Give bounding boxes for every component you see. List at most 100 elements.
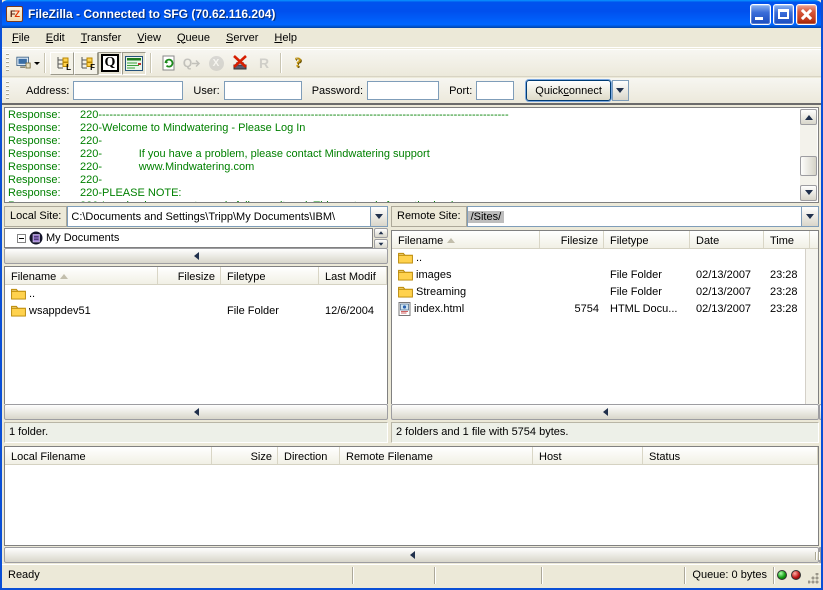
file-panes: Local Site: C:\Documents and Settings\Tr… bbox=[2, 204, 821, 445]
toggle-remote-tree-button[interactable]: F bbox=[74, 52, 98, 75]
tree-node-label[interactable]: My Documents bbox=[46, 232, 119, 244]
column-header-filename[interactable]: Filename bbox=[392, 231, 540, 248]
scroll-left-button[interactable] bbox=[4, 547, 819, 563]
remote-file-row[interactable]: images File Folder 02/13/2007 23:28 d bbox=[392, 266, 818, 283]
scroll-up-button[interactable] bbox=[374, 228, 388, 238]
remote-site-label: Remote Site: bbox=[391, 206, 467, 227]
arrow-down-icon bbox=[805, 190, 813, 199]
scroll-down-button[interactable] bbox=[800, 185, 817, 201]
scroll-up-button[interactable] bbox=[800, 109, 817, 125]
menu-queue[interactable]: Queue bbox=[169, 30, 218, 46]
scroll-thumb[interactable] bbox=[800, 156, 817, 176]
local-file-row[interactable]: .. bbox=[5, 285, 387, 302]
user-input[interactable] bbox=[224, 81, 302, 100]
refresh-button[interactable] bbox=[156, 52, 180, 75]
column-header-filetype[interactable]: Filetype bbox=[604, 231, 690, 248]
cancel-button: X bbox=[204, 52, 228, 75]
close-button[interactable] bbox=[796, 4, 817, 25]
tree-collapse-icon[interactable] bbox=[17, 234, 26, 243]
tree-horizontal-scrollbar[interactable] bbox=[4, 248, 388, 264]
remote-file-row[interactable]: index.html 5754 HTML Docu... 02/13/2007 … bbox=[392, 300, 818, 317]
menu-server[interactable]: Server bbox=[218, 30, 266, 46]
toggle-message-log-button[interactable] bbox=[122, 52, 146, 75]
site-manager-dropdown-icon[interactable] bbox=[34, 62, 40, 68]
local-site-combobox[interactable]: C:\Documents and Settings\Tripp\My Docum… bbox=[67, 206, 388, 227]
column-header-time[interactable]: Time bbox=[764, 231, 810, 248]
menu-view[interactable]: View bbox=[129, 30, 169, 46]
remote-site-dropdown-button[interactable] bbox=[801, 207, 818, 226]
toolbar-gripper[interactable] bbox=[6, 53, 11, 73]
menu-help[interactable]: Help bbox=[266, 30, 305, 46]
disconnect-button[interactable] bbox=[228, 52, 252, 75]
password-label: Password: bbox=[312, 85, 363, 97]
quickconnect-dropdown-button[interactable] bbox=[612, 80, 629, 101]
scroll-thumb[interactable] bbox=[819, 547, 821, 563]
menu-transfer[interactable]: Transfer bbox=[73, 30, 130, 46]
column-header-status[interactable]: Status bbox=[643, 447, 818, 464]
arrow-left-icon bbox=[190, 252, 199, 260]
column-header-filesize[interactable]: Filesize bbox=[158, 267, 221, 284]
address-input[interactable] bbox=[73, 81, 183, 100]
scroll-left-button[interactable] bbox=[4, 248, 388, 264]
log-line: Response:220-Logging in as guest user is… bbox=[8, 200, 798, 202]
status-cell-empty bbox=[354, 565, 434, 586]
process-queue-icon: Q bbox=[183, 56, 192, 70]
help-button[interactable]: ? bbox=[286, 52, 310, 75]
port-input[interactable] bbox=[476, 81, 514, 100]
arrow-up-icon bbox=[379, 229, 384, 234]
local-file-row[interactable]: wsappdev51 File Folder 12/6/2004 bbox=[5, 302, 387, 319]
column-header-size[interactable]: Size bbox=[212, 447, 278, 464]
reconnect-icon: R bbox=[259, 55, 269, 71]
queue-horizontal-scrollbar[interactable] bbox=[4, 547, 819, 563]
toggle-local-tree-button[interactable]: L bbox=[50, 52, 74, 75]
column-header-filename[interactable]: Filename bbox=[5, 267, 158, 284]
folder-icon bbox=[398, 269, 413, 281]
local-site-path: C:\Documents and Settings\Tripp\My Docum… bbox=[68, 211, 338, 223]
remote-vertical-scrollbar[interactable] bbox=[805, 249, 818, 404]
remote-list-horizontal-scrollbar[interactable] bbox=[391, 404, 819, 420]
status-bar: Ready Queue: 0 bytes bbox=[2, 564, 821, 586]
resize-grip[interactable] bbox=[806, 565, 821, 586]
site-manager-button[interactable] bbox=[16, 52, 40, 75]
menu-edit[interactable]: Edit bbox=[38, 30, 73, 46]
minimize-button[interactable] bbox=[750, 4, 771, 25]
local-file-list[interactable]: Filename Filesize Filetype Last Modif .. bbox=[4, 266, 388, 405]
local-site-dropdown-button[interactable] bbox=[370, 207, 387, 226]
column-header-permissions[interactable] bbox=[810, 231, 819, 248]
column-header-date[interactable]: Date bbox=[690, 231, 764, 248]
column-header-host[interactable]: Host bbox=[533, 447, 643, 464]
remote-file-list[interactable]: Filename Filesize Filetype Date Time .. bbox=[391, 230, 819, 405]
log-vertical-scrollbar[interactable] bbox=[800, 109, 817, 201]
toggle-queue-button[interactable]: Q bbox=[98, 52, 122, 75]
transfer-queue[interactable]: Local Filename Size Direction Remote Fil… bbox=[4, 446, 819, 546]
filezilla-logo-icon: FZ bbox=[6, 6, 23, 22]
queue-size-text: Queue: 0 bytes bbox=[686, 565, 773, 586]
scroll-left-button[interactable] bbox=[391, 404, 819, 420]
minimize-icon bbox=[755, 17, 763, 20]
sort-ascending-icon bbox=[60, 270, 68, 279]
folder-icon bbox=[11, 288, 26, 300]
column-header-direction[interactable]: Direction bbox=[278, 447, 340, 464]
log-lines: Response:220----------------------------… bbox=[8, 109, 798, 202]
quickconnect-button[interactable]: Quickconnect bbox=[526, 80, 611, 101]
password-input[interactable] bbox=[367, 81, 439, 100]
disconnect-icon bbox=[231, 55, 249, 71]
tree-vertical-scrollbar[interactable] bbox=[374, 228, 388, 248]
column-header-last-modified[interactable]: Last Modif bbox=[319, 267, 387, 284]
remote-file-row[interactable]: Streaming File Folder 02/13/2007 23:28 d bbox=[392, 283, 818, 300]
remote-site-combobox[interactable]: /Sites/ bbox=[467, 206, 819, 227]
local-directory-tree[interactable]: My Documents bbox=[4, 228, 373, 248]
column-header-remote-filename[interactable]: Remote Filename bbox=[340, 447, 533, 464]
column-header-local-filename[interactable]: Local Filename bbox=[5, 447, 212, 464]
message-log[interactable]: Response:220----------------------------… bbox=[4, 107, 819, 203]
local-list-horizontal-scrollbar[interactable] bbox=[4, 404, 388, 420]
folder-icon bbox=[398, 286, 413, 298]
scroll-left-button[interactable] bbox=[4, 404, 388, 420]
column-header-filetype[interactable]: Filetype bbox=[221, 267, 319, 284]
maximize-button[interactable] bbox=[773, 4, 794, 25]
menu-file[interactable]: File bbox=[4, 30, 38, 46]
quickconnect-gripper[interactable] bbox=[6, 81, 11, 101]
scroll-thumb[interactable] bbox=[819, 404, 823, 420]
column-header-filesize[interactable]: Filesize bbox=[540, 231, 604, 248]
remote-file-row[interactable]: .. bbox=[392, 249, 818, 266]
